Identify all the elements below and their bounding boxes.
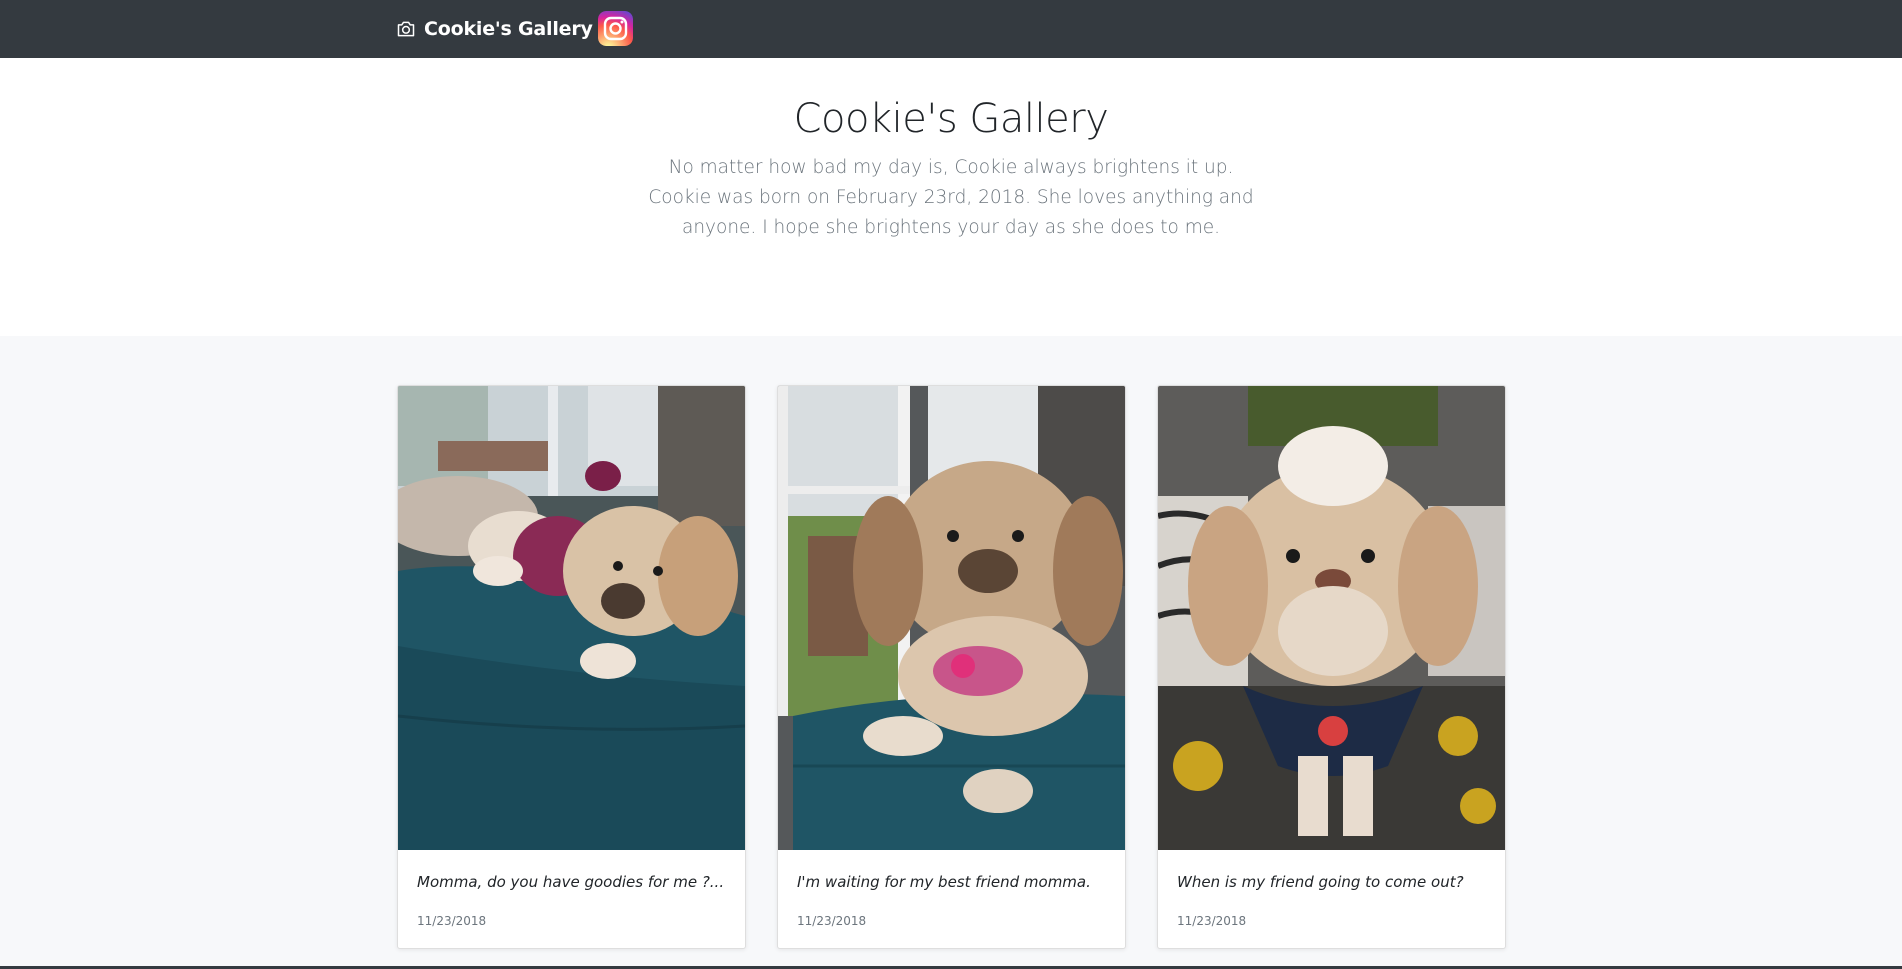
card-caption: I'm waiting for my best friend momma.: [797, 873, 1091, 891]
instagram-icon: [598, 11, 633, 46]
card-caption: When is my friend going to come out?: [1177, 873, 1464, 891]
gallery-card: I'm waiting for my best friend momma. 11…: [777, 385, 1126, 949]
camera-icon: [397, 21, 415, 37]
brand-link[interactable]: Cookie's Gallery: [396, 17, 593, 41]
card-date: 11/23/2018: [797, 914, 867, 928]
instagram-link[interactable]: [598, 11, 633, 46]
page-title: Cookie's Gallery: [793, 96, 1109, 142]
card-date: 11/23/2018: [417, 914, 487, 928]
gallery-card: Momma, do you have goodies for me ?... 1…: [397, 385, 746, 949]
dog-photo-3[interactable]: [1158, 386, 1505, 850]
dog-photo-2[interactable]: [778, 386, 1125, 850]
dog-photo-1[interactable]: [398, 386, 745, 850]
gallery-card: When is my friend going to come out? 11/…: [1157, 385, 1506, 949]
brand-title: Cookie's Gallery: [424, 18, 593, 40]
card-date: 11/23/2018: [1177, 914, 1247, 928]
page-lead: No matter how bad my day is, Cookie alwa…: [648, 157, 1254, 238]
card-caption: Momma, do you have goodies for me ?...: [417, 873, 725, 891]
navbar: Cookie's Gallery: [0, 0, 1902, 58]
jumbotron: Cookie's Gallery No matter how bad my da…: [0, 58, 1902, 336]
gallery: Momma, do you have goodies for me ?... 1…: [0, 336, 1902, 969]
